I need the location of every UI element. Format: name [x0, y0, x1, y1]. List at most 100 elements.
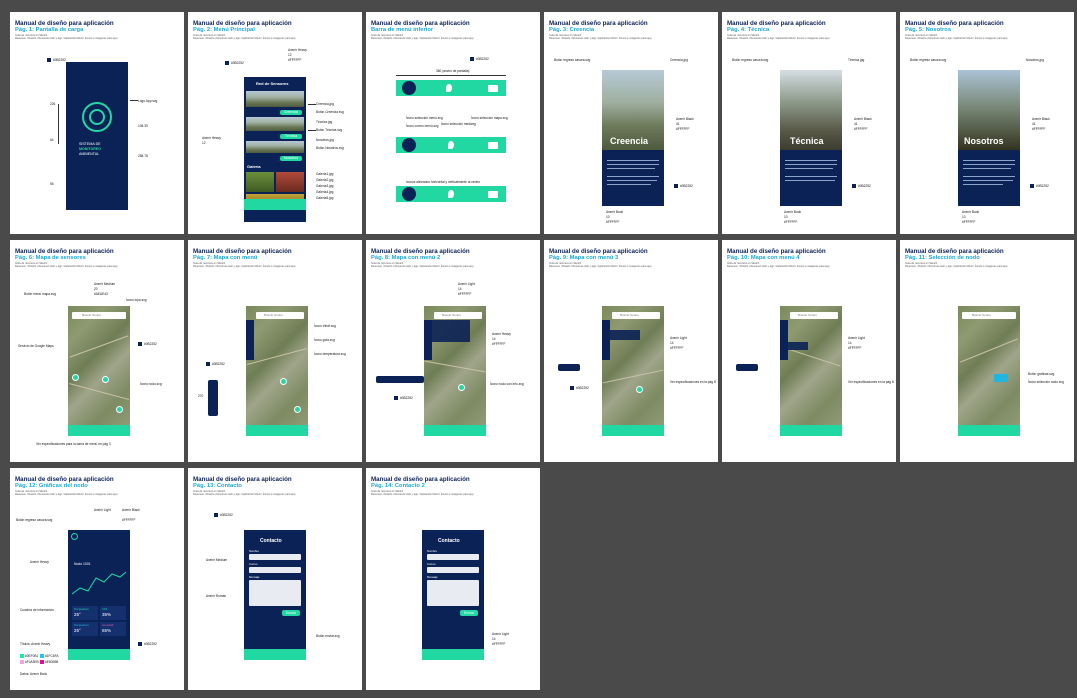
- mail-icon[interactable]: [488, 85, 498, 92]
- note-label: Ícono selección mediceg: [441, 122, 476, 126]
- dim-label: 270: [198, 394, 204, 398]
- message-input[interactable]: [427, 580, 479, 606]
- page-title: Manual de diseño para aplicación: [727, 20, 826, 27]
- page-10[interactable]: Manual de diseño para aplicación Pág. 9:…: [544, 240, 718, 462]
- node-marker[interactable]: [72, 374, 79, 381]
- font-label: Avenir Light: [670, 336, 687, 340]
- meta-line: Resumen / Diseño / Recursos web y app / …: [905, 37, 1008, 40]
- node-label: Ícono nodo con info.svg: [490, 382, 524, 386]
- node-marker[interactable]: [636, 386, 643, 393]
- home-icon[interactable]: [402, 81, 416, 95]
- color-label: #0B2252: [680, 184, 693, 188]
- page-subtitle: Pág. 5: Nosotros: [905, 27, 952, 33]
- asset-label: Galería2.jpg: [316, 178, 334, 182]
- titles-label: Títulos: Avenir Heavy: [20, 642, 51, 646]
- nosotros-button[interactable]: Nosotros: [280, 156, 302, 161]
- page-15[interactable]: Manual de diseño para aplicación Pág. 14…: [366, 468, 540, 690]
- map-pin-icon[interactable]: [448, 190, 454, 198]
- node-marker[interactable]: [116, 406, 123, 413]
- page-6[interactable]: Manual de diseño para aplicación Pág. 5:…: [900, 12, 1074, 234]
- node-marker[interactable]: [294, 406, 301, 413]
- page-title: Manual de diseño para aplicación: [15, 248, 114, 255]
- home-icon[interactable]: [402, 138, 416, 152]
- font-label: Avenir Roman: [206, 594, 227, 598]
- page-subtitle: Pág. 4: Técnica: [727, 27, 770, 33]
- page-14[interactable]: Manual de diseño para aplicación Pág. 13…: [188, 468, 362, 690]
- side-menu[interactable]: [602, 320, 610, 360]
- page-11[interactable]: Manual de diseño para aplicación Pág. 10…: [722, 240, 896, 462]
- map-pin-icon[interactable]: [446, 84, 452, 92]
- icon-label: Ícono lupa.svg: [126, 298, 147, 302]
- page-1[interactable]: Manual de diseño para aplicación Pág. 1:…: [10, 12, 184, 234]
- font-label: Avenir Light: [848, 336, 865, 340]
- info-panel: [788, 342, 808, 350]
- map-view[interactable]: Buscar Nodos: [602, 306, 664, 436]
- font-label: Avenir Black: [122, 508, 140, 512]
- map-view[interactable]: Buscar Nodos: [246, 306, 308, 436]
- back-icon[interactable]: [71, 533, 78, 540]
- page-7[interactable]: Manual de diseño para aplicación Pág. 6:…: [10, 240, 184, 462]
- meta-line: Resumen / Diseño / Recursos web y app / …: [549, 265, 652, 268]
- page-9[interactable]: Manual de diseño para aplicación Pág. 8:…: [366, 240, 540, 462]
- contact-title: Contacto: [438, 538, 460, 544]
- menu-sample: [558, 364, 580, 371]
- side-menu[interactable]: [780, 320, 788, 360]
- cell-value: 25°: [74, 628, 81, 633]
- node-marker[interactable]: [458, 384, 465, 391]
- home-icon[interactable]: [402, 187, 416, 201]
- mail-icon[interactable]: [488, 191, 498, 198]
- side-menu[interactable]: [424, 320, 432, 360]
- phone-screen: SISTEMA DE MONITOREO AMBIENTAL: [66, 62, 128, 210]
- email-input[interactable]: [249, 567, 301, 573]
- map-view[interactable]: Buscar Nodos: [68, 306, 130, 436]
- page-4[interactable]: Manual de diseño para aplicación Pág. 3:…: [544, 12, 718, 234]
- send-button[interactable]: Enviar: [282, 610, 300, 616]
- page-subtitle: Pág. 2: Menú Principal: [193, 27, 255, 33]
- tecnica-button[interactable]: Técnica: [280, 134, 302, 139]
- bottom-nav: [244, 649, 306, 660]
- phone-screen: Contacto Nombre Correo Mensaje Enviar: [244, 530, 306, 660]
- page-8[interactable]: Manual de diseño para aplicación Pág. 7:…: [188, 240, 362, 462]
- map-view[interactable]: Buscar Nodos: [958, 306, 1020, 436]
- cell-key: Humedad: [102, 624, 114, 627]
- bottom-nav: [780, 425, 842, 436]
- page-5[interactable]: Manual de diseño para aplicación Pág. 4:…: [722, 12, 896, 234]
- email-input[interactable]: [427, 567, 479, 573]
- font-label: Avenir Light: [94, 508, 111, 512]
- page-13[interactable]: Manual de diseño para aplicación Pág. 12…: [10, 468, 184, 690]
- page-12[interactable]: Manual de diseño para aplicación Pág. 11…: [900, 240, 1074, 462]
- meta-line: Resumen / Diseño / Recursos web y app / …: [371, 493, 474, 496]
- cell-value: 25°: [74, 612, 81, 617]
- map-view[interactable]: Buscar Nodos: [780, 306, 842, 436]
- node-marker[interactable]: [102, 376, 109, 383]
- name-input[interactable]: [427, 554, 479, 560]
- hex-label: #FFFFFF: [784, 220, 798, 224]
- map-view[interactable]: Buscar Nodos: [424, 306, 486, 436]
- page-title: Manual de diseño para aplicación: [727, 248, 826, 255]
- mail-icon[interactable]: [488, 142, 498, 149]
- page-title: Manual de diseño para aplicación: [549, 20, 648, 27]
- page-title: Manual de diseño para aplicación: [905, 248, 1004, 255]
- creencia-button[interactable]: Creencia: [280, 110, 302, 115]
- page-3[interactable]: Manual de diseño para aplicación Barra d…: [366, 12, 540, 234]
- page-2[interactable]: Manual de diseño para aplicación Pág. 2:…: [188, 12, 362, 234]
- color-label: #0B2252: [576, 386, 589, 390]
- page-subtitle: Barra de menú inferior: [371, 27, 434, 33]
- send-button[interactable]: Enviar: [460, 610, 478, 616]
- selected-node[interactable]: [994, 374, 1008, 382]
- name-input[interactable]: [249, 554, 301, 560]
- phone-screen: Creencia: [602, 70, 664, 206]
- font-label: Avenir Heavy: [492, 332, 511, 336]
- map-pin-icon[interactable]: [448, 141, 454, 149]
- meta-line: Resumen / Diseño / Recursos web y app / …: [15, 493, 118, 496]
- side-menu[interactable]: [246, 320, 254, 360]
- cell-value: 35%: [102, 612, 112, 617]
- message-input[interactable]: [249, 580, 301, 606]
- logo-icon-inner: [89, 109, 105, 125]
- phone-screen: Red de Sensores Creencia Técnica Nosotro…: [244, 77, 306, 222]
- page-subtitle: Pág. 9: Mapa con menú 3: [549, 255, 619, 261]
- meta-line: Resumen / Diseño / Recursos web y app / …: [15, 37, 118, 40]
- node-marker[interactable]: [280, 378, 287, 385]
- page-title: Manual de diseño para aplicación: [15, 20, 114, 27]
- gallery-photo: [246, 172, 274, 192]
